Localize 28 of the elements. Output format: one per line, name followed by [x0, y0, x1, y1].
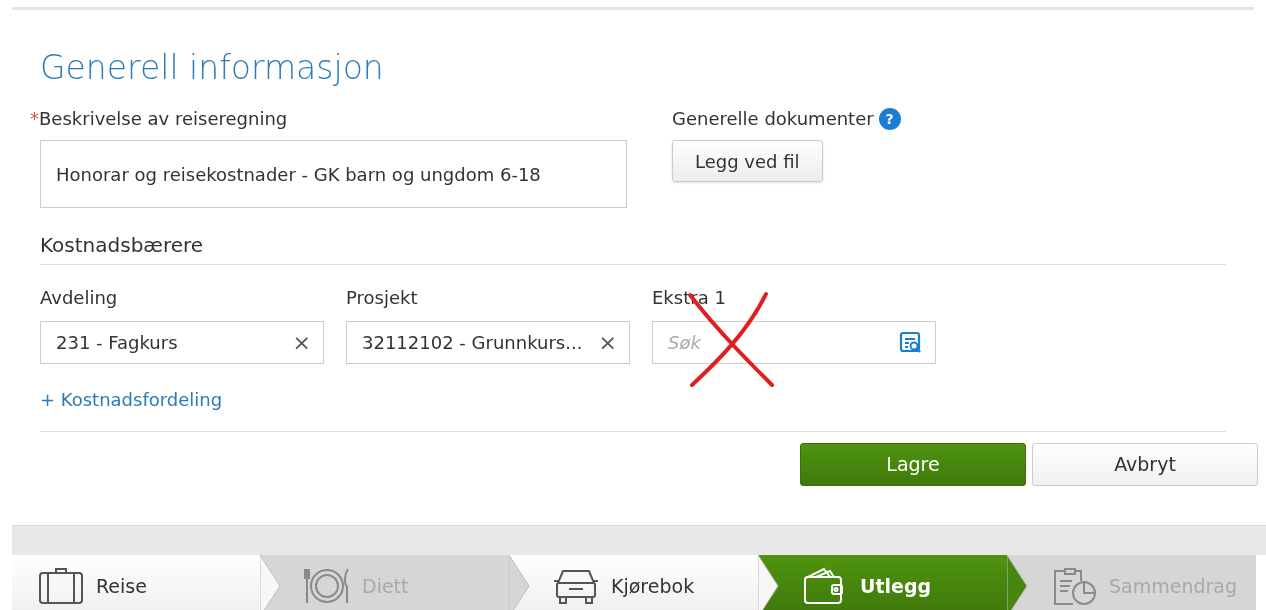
wizard-step-tab[interactable]: Kjørebok	[509, 555, 758, 610]
chevron-point	[260, 555, 282, 610]
chevron-point	[509, 555, 531, 610]
plate-cutlery-icon	[304, 567, 350, 605]
page-title: Generell informasjon	[40, 48, 385, 88]
chevron-point	[1007, 555, 1029, 610]
clipboard-chart-icon	[1051, 567, 1097, 605]
clear-icon[interactable]: ×	[292, 326, 311, 359]
attach-file-button[interactable]: Legg ved fil	[672, 140, 823, 182]
chevron-point	[758, 555, 780, 610]
field-label: Beskrivelse av reiseregning	[39, 107, 288, 131]
description-field[interactable]: Honorar og reisekostnader - GK barn og ungdom 6-18	[40, 140, 627, 208]
required-mark: *	[30, 107, 39, 131]
section-heading: Kostnadsbærere	[40, 232, 1226, 265]
wizard-step-tab[interactable]: Utlegg	[758, 555, 1007, 610]
search-list-icon[interactable]	[899, 330, 923, 355]
add-cost-distribution-link[interactable]: + Kostnadsfordeling	[40, 389, 223, 410]
suitcase-icon	[38, 567, 84, 605]
select-field[interactable]: 231 - Fagkurs ×	[40, 321, 324, 364]
field-label: Avdeling	[40, 286, 119, 310]
save-button[interactable]: Lagre	[800, 443, 1026, 486]
clear-icon[interactable]: ×	[598, 326, 617, 359]
field-label: Prosjekt	[346, 286, 419, 310]
cancel-button[interactable]: Avbryt	[1032, 443, 1258, 486]
select-field[interactable]: 32112102 - Grunnkurs... ×	[346, 321, 630, 364]
field-label: Generelle dokumenter	[672, 107, 874, 131]
car-icon	[553, 567, 599, 605]
help-icon[interactable]: ?	[878, 108, 901, 130]
